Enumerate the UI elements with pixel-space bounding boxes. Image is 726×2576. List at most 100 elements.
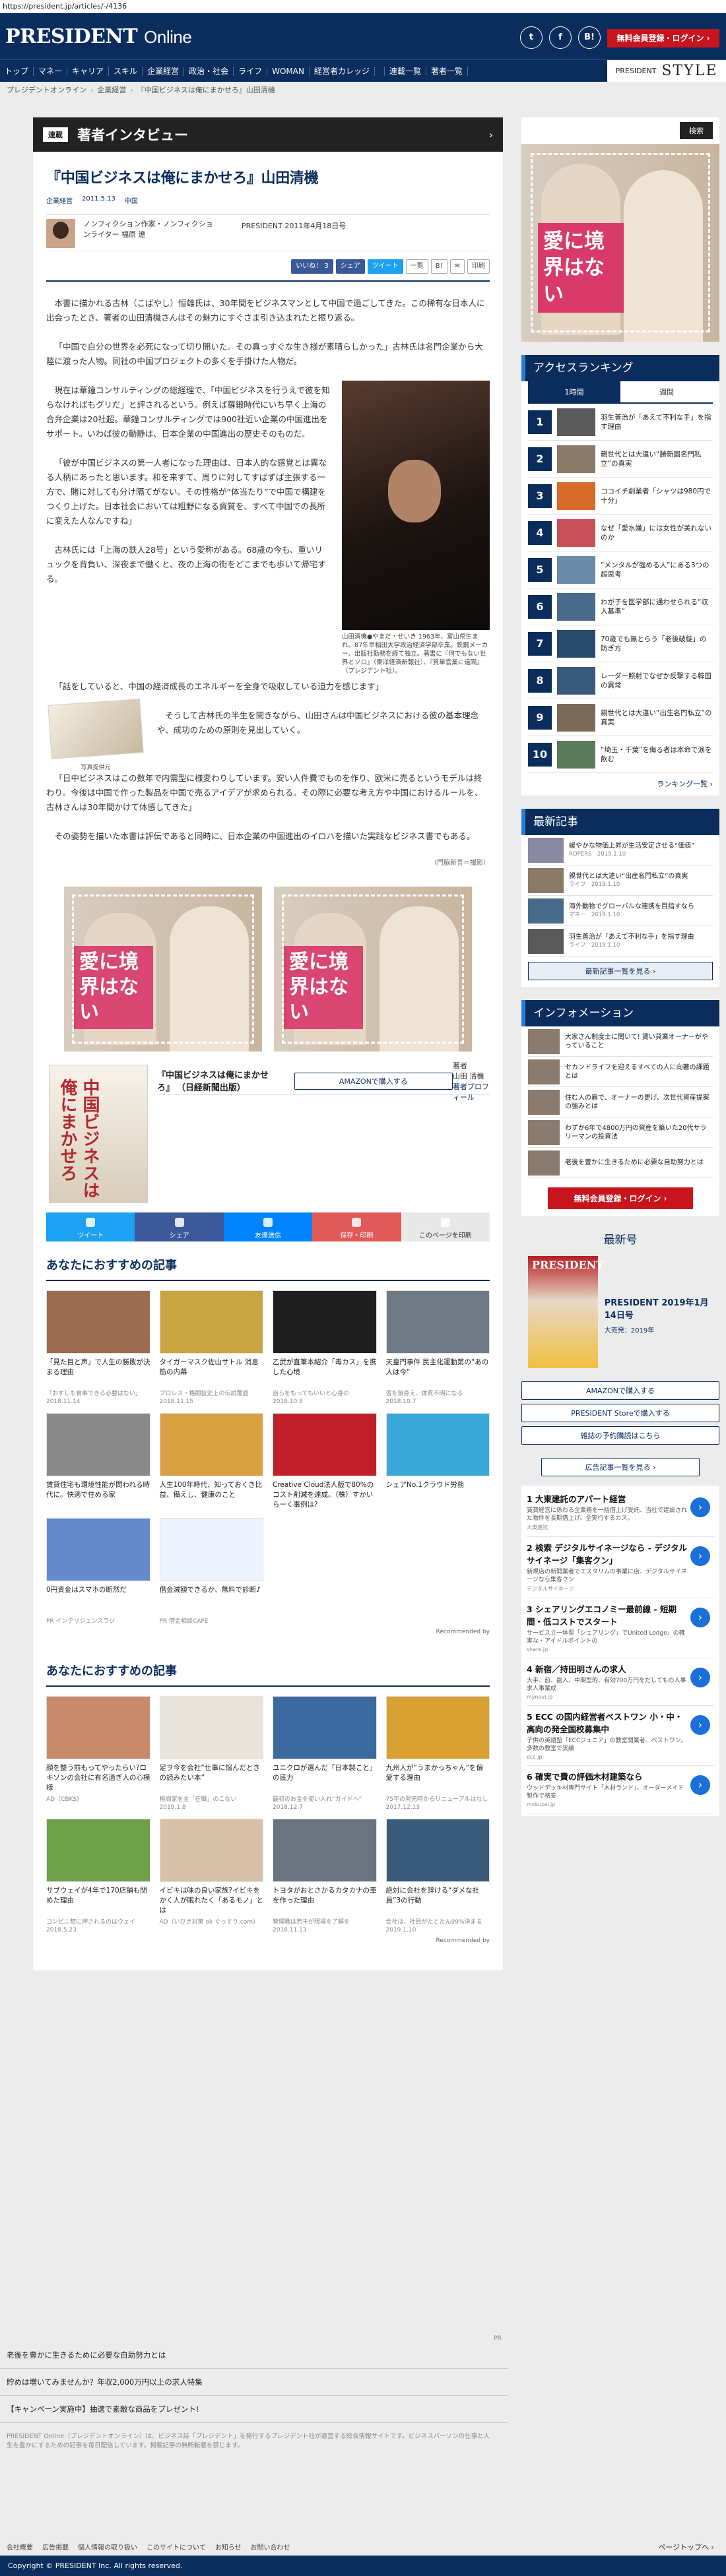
- nav-item[interactable]: 連載一覧: [383, 66, 426, 76]
- tab-hourly[interactable]: 1時間: [528, 381, 620, 402]
- arrow-right-icon[interactable]: ›: [690, 1715, 710, 1735]
- rank-thumbnail[interactable]: [557, 629, 595, 658]
- nav-item[interactable]: マネー: [34, 66, 68, 76]
- info-row[interactable]: セカンドライフを迎えるすべての人に向著の課題とは: [528, 1057, 713, 1087]
- ad-headline[interactable]: 5 ECC の国内経営者ベストワン 小・中・高向の発全国校募集中: [527, 1710, 714, 1735]
- nav-item[interactable]: 政治・社会: [184, 66, 234, 76]
- twitter-icon[interactable]: t: [520, 26, 543, 49]
- arrow-right-icon[interactable]: ›: [690, 1775, 710, 1795]
- info-row[interactable]: 老後を豊かに生きるために必要な自助努力とは: [528, 1148, 713, 1178]
- thumbnail-image[interactable]: [159, 1819, 263, 1882]
- info-row[interactable]: 大家さん制度士に聞いて! 賃い貸業オーナーがやっていること: [528, 1026, 713, 1057]
- list-item[interactable]: 顔を整う前もってやったらい?ロキソンの会社に有名過ぎ人の心模様 AD（CBKS): [46, 1696, 150, 1811]
- text-ad[interactable]: 1 大東建託のアパート経営 賃貸経営に係わる全業務を一括借上げ受託、当社で建設され…: [527, 1488, 714, 1537]
- info-row[interactable]: わずか6年で4800万円の資産を築いた20代サラリーマンの投資法: [528, 1117, 713, 1148]
- list-item[interactable]: ユニクロが選んだ「日本製こと」の底力 最初のお金を使い入れ“ガイドへ” 2018.1…: [273, 1696, 377, 1811]
- inline-book-image[interactable]: 写真提供元: [46, 699, 145, 771]
- list-item[interactable]: 天皇門事件 民主化運動第の“あの人は今” 習を無身え、体質不明になる 2018.10…: [385, 1290, 490, 1405]
- rank-thumbnail[interactable]: [557, 518, 595, 547]
- rank-title[interactable]: “メンタルが強める人”にある3つの超思考: [601, 561, 713, 579]
- ad-headline[interactable]: 2 検索 デジタルサイネージなら - デジタルサイネージ「集客クン」: [527, 1541, 714, 1566]
- list-item[interactable]: 「見た目と声」で人生の勝敗が決まる理由 「おすしも食事できる必要はない」 2018.…: [46, 1290, 150, 1405]
- breadcrumb-item[interactable]: 企業経営: [97, 86, 126, 94]
- rank-thumbnail[interactable]: [557, 703, 595, 732]
- nav-item[interactable]: 企業経営: [143, 66, 185, 76]
- item-title[interactable]: 人生100年時代、知っておくき比益、備えし、健康のこと: [160, 1480, 264, 1510]
- bottom-link[interactable]: 貯めは増いてみませんか？年収2,000万円以上の求人特集: [0, 2369, 508, 2396]
- item-title[interactable]: 「見た目と声」で人生の勝敗が決まる理由: [46, 1358, 150, 1387]
- nav-item[interactable]: 経営者カレッジ: [310, 66, 375, 76]
- magazine-title[interactable]: PRESIDENT 2019年1月14日号: [605, 1296, 713, 1321]
- nav-item[interactable]: 著者一覧: [426, 66, 469, 76]
- list-item[interactable]: 0円資金はスマホの断然だ PR インテリジェンスラジ: [46, 1518, 150, 1625]
- item-title[interactable]: イビキは味の良い家族?イビキをかく人が眠れたく「あるモノ」とは: [160, 1886, 264, 1916]
- list-item[interactable]: Creative Cloud法人版で80%のコスト削減を達成。（株）すかいらーく…: [273, 1413, 377, 1510]
- page-top-link[interactable]: ページトップへ ›: [658, 2542, 714, 2552]
- president-style-link[interactable]: PRESIDENT STYLE: [607, 60, 726, 82]
- ranking-row[interactable]: 10 “埼玉・千葉”を侮る者は本命で涙を飲む: [528, 736, 713, 773]
- share-bar-button[interactable]: このページを印刷: [401, 1212, 490, 1241]
- ad-headline[interactable]: 1 大東建託のアパート経営: [527, 1492, 714, 1505]
- latest-title[interactable]: 羽生善治が「あえて不利な手」を指す理由: [569, 933, 713, 941]
- list-item[interactable]: 九州人が“うまかっちゃん”を偏愛する理由 75年の発売時からリニューアルはなし 20…: [385, 1696, 490, 1811]
- list-item[interactable]: 人生100年時代、知っておくき比益、備えし、健康のこと: [159, 1413, 264, 1510]
- latest-thumbnail[interactable]: [528, 898, 564, 924]
- info-thumbnail[interactable]: [528, 1119, 560, 1145]
- breadcrumb-item[interactable]: プレジデントオンライン: [7, 86, 86, 94]
- item-title[interactable]: シェアNo.1クラウド労務: [386, 1480, 490, 1510]
- latest-thumbnail[interactable]: [528, 867, 564, 893]
- rank-thumbnail[interactable]: [557, 740, 595, 769]
- thumbnail-image[interactable]: [46, 1518, 150, 1581]
- tag-link[interactable]: 中国: [125, 195, 138, 205]
- footer-link[interactable]: このサイトについて: [147, 2542, 206, 2554]
- bottom-link[interactable]: 老後を豊かに生きるために必要な自助努力とは: [0, 2342, 508, 2369]
- share-bar-button[interactable]: ツイート: [46, 1212, 135, 1241]
- rank-thumbnail[interactable]: [557, 482, 595, 510]
- rank-thumbnail[interactable]: [557, 555, 595, 584]
- text-ad[interactable]: 6 確実で費の評価木材建築なら ウッドデッキ材専門サイト「木材ランド」、オーダーメ…: [527, 1766, 714, 1813]
- ad-banner[interactable]: 愛に境界はない: [64, 887, 262, 1052]
- rank-thumbnail[interactable]: [557, 408, 595, 436]
- latest-more-button[interactable]: 最新記事一覧を見る ›: [528, 962, 713, 980]
- latest-title[interactable]: 海外動物でグローバルな連携を目指すなら: [569, 902, 713, 911]
- item-title[interactable]: Creative Cloud法人版で80%のコスト削減を達成。（株）すかいらーく…: [273, 1480, 377, 1510]
- rank-title[interactable]: 親世代とは大違い“勝新園名門私立”の真実: [601, 450, 713, 468]
- recommended-by[interactable]: Recommended by: [46, 1937, 490, 1944]
- ranking-row[interactable]: 2 親世代とは大違い“勝新園名門私立”の真実: [528, 441, 713, 478]
- list-item[interactable]: シェアNo.1クラウド労務: [385, 1413, 490, 1510]
- text-ad[interactable]: 5 ECC の国内経営者ベストワン 小・中・高向の発全国校募集中 子供の英語塾「E…: [527, 1706, 714, 1766]
- latest-title[interactable]: 親世代とは大違い“出産名門私立”の真実: [569, 872, 713, 881]
- info-row[interactable]: 住む人の眉で、オーナーの更げ、次世代資産提案の強みとは: [528, 1087, 713, 1117]
- search-button[interactable]: 検索: [680, 122, 713, 139]
- rank-thumbnail[interactable]: [557, 592, 595, 621]
- author-name[interactable]: ノンフィクション作家・ノンフィクションライター 福原 遼: [83, 219, 215, 247]
- list-item[interactable]: トヨタがおとさかるカタカナの車を作った理由 管理職は若干が現場を了解を 2018.1…: [273, 1819, 377, 1933]
- hatena-icon[interactable]: B!: [578, 26, 601, 49]
- item-title[interactable]: 九州人が“うまかっちゃん”を偏愛する理由: [386, 1763, 490, 1793]
- rail-register-button[interactable]: 無料会員登録・ログイン ›: [548, 1187, 693, 1209]
- item-title[interactable]: 足ヲ今を会社“仕事に悩んだときの読みたい本”: [160, 1763, 264, 1793]
- ranking-row[interactable]: 7 70歳でも無とらう「老後破綻」の防ぎ方: [528, 625, 713, 662]
- share-bar-button[interactable]: 友達送信: [223, 1212, 313, 1241]
- item-title[interactable]: ユニクロが選んだ「日本製こと」の底力: [273, 1763, 377, 1793]
- rank-title[interactable]: なぜ「愛水嫌」には女性が美れないのか: [601, 524, 713, 542]
- amazon-buy-button[interactable]: AMAZONで購入する: [294, 1072, 453, 1090]
- amazon-buy-button[interactable]: AMAZONで購入する: [521, 1381, 719, 1400]
- arrow-right-icon[interactable]: ›: [690, 1608, 710, 1627]
- list-item[interactable]: 足ヲ今を会社“仕事に悩んだときの読みたい本” 格闘家を主「在職」のこない 2019.…: [159, 1696, 264, 1811]
- item-title[interactable]: サブウェイが4年で170店舗も閉めた理由: [46, 1886, 150, 1916]
- rank-title[interactable]: 羽生善治が「あえて不利な手」を指す理由: [601, 413, 713, 431]
- info-title[interactable]: 大家さん制度士に聞いて! 賃い貸業オーナーがやっていること: [565, 1033, 713, 1050]
- like-button[interactable]: いいね！ 3: [291, 259, 333, 274]
- list-item[interactable]: 賃貸住宅も環境性能が問われる時代に。快適で住める家: [46, 1413, 150, 1510]
- share-bar-button[interactable]: シェア: [135, 1212, 224, 1241]
- rail-ad-banner[interactable]: 愛に境界はない: [521, 144, 719, 342]
- url-bar[interactable]: https://president.jp/articles/-/4136: [0, 0, 726, 13]
- thumbnail-image[interactable]: [385, 1819, 490, 1882]
- rank-title[interactable]: わが子を医学部に通わせられる“収入基準”: [601, 598, 713, 616]
- ranking-row[interactable]: 9 親世代とは大違い“出生名門私立”の真実: [528, 699, 713, 736]
- ad-headline[interactable]: 3 シェアリングエコノミー最前線 - 短期間・低コストでスタート: [527, 1602, 714, 1627]
- rank-title[interactable]: “埼玉・千葉”を侮る者は本命で涙を飲む: [601, 745, 713, 764]
- list-item[interactable]: 乙武が直筆本紹介「毒カス」を携した心境 自らをもってもいいと心身の 2018.10.…: [273, 1290, 377, 1405]
- recommended-by[interactable]: Recommended by: [46, 1629, 490, 1635]
